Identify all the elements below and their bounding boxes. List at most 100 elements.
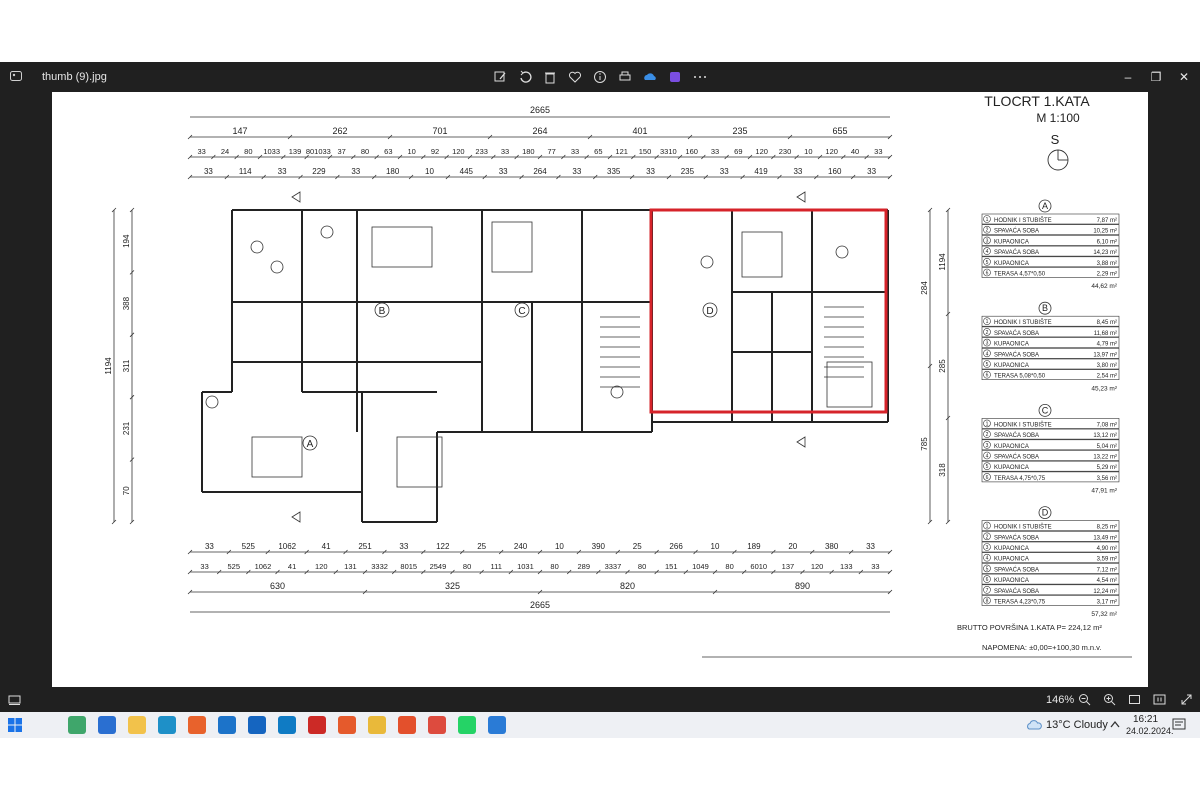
top-dim-row3-label: 229 bbox=[312, 167, 326, 176]
sanitary-fixture bbox=[320, 225, 334, 239]
top-dim-row2-label: 120 bbox=[825, 147, 838, 156]
cloud-weather-icon[interactable] bbox=[1026, 719, 1042, 730]
schedule-room-name: TERASA 5,08*0,50 bbox=[994, 374, 1046, 380]
sanitary-fixture bbox=[835, 245, 849, 259]
schedule-room-area: 13,49 m² bbox=[1093, 535, 1117, 541]
schedule-room-number: 2 bbox=[986, 432, 989, 438]
favorite-icon[interactable] bbox=[567, 69, 583, 85]
top-dim-row3-label: 33 bbox=[278, 167, 287, 176]
schedule-total: 57,32 m² bbox=[1091, 611, 1117, 618]
fullscreen-icon[interactable] bbox=[1180, 693, 1193, 706]
bottom-dim-row2-label: 2549 bbox=[430, 562, 447, 571]
top-dim-row2-label: 120 bbox=[755, 147, 768, 156]
copilot-icon[interactable] bbox=[68, 716, 86, 734]
right-dim2-label: 318 bbox=[938, 463, 947, 477]
bottom-dim-row1-label: 20 bbox=[788, 542, 797, 551]
right-dim-label: 785 bbox=[920, 437, 929, 451]
schedule-room-area: 5,04 m² bbox=[1097, 444, 1117, 450]
bottom-dim-row2-label: 80 bbox=[725, 562, 733, 571]
weather-text[interactable]: 13°C Cloudy bbox=[1046, 719, 1108, 731]
print-icon[interactable] bbox=[617, 69, 633, 85]
bottom-dim-row2-label: 80 bbox=[463, 562, 471, 571]
schedule-room-number: 3 bbox=[986, 341, 989, 347]
bottom-dim-row1-label: 240 bbox=[514, 542, 528, 551]
media-player-icon[interactable] bbox=[218, 716, 236, 734]
paint-icon[interactable] bbox=[338, 716, 356, 734]
top-dim-label: 147 bbox=[232, 126, 247, 136]
fit-window-icon[interactable] bbox=[1128, 693, 1141, 706]
office-icon[interactable] bbox=[398, 716, 416, 734]
clock-date[interactable]: 24.02.2024. bbox=[1126, 726, 1174, 736]
schedule-room-number: 4 bbox=[986, 351, 989, 357]
schedule-room-number: 6 bbox=[986, 475, 989, 481]
files-icon[interactable] bbox=[368, 716, 386, 734]
schedule-room-area: 3,88 m² bbox=[1097, 261, 1117, 267]
store-icon[interactable] bbox=[98, 716, 116, 734]
minimize-button[interactable]: – bbox=[1115, 67, 1141, 87]
bottom-dim-row2-label: 120 bbox=[811, 562, 824, 571]
notification-icon[interactable] bbox=[1172, 718, 1186, 732]
schedule-room-area: 2,29 m² bbox=[1097, 272, 1117, 278]
clipchamp-icon[interactable] bbox=[667, 69, 683, 85]
schedule-room-area: 13,97 m² bbox=[1093, 352, 1117, 358]
schedule-room-name: SPAVAĆA SOBA bbox=[994, 534, 1039, 541]
more-icon[interactable] bbox=[692, 69, 708, 85]
top-dim-row2-label: 92 bbox=[431, 147, 439, 156]
bottom-dim-row2-label: 131 bbox=[344, 562, 357, 571]
filmstrip-icon[interactable] bbox=[8, 693, 21, 706]
schedule-room-area: 3,17 m² bbox=[1097, 600, 1117, 606]
schedule-room-name: HODNIK I STUBIŠTE bbox=[994, 421, 1052, 428]
schedule-room-area: 7,08 m² bbox=[1097, 422, 1117, 428]
explorer-icon[interactable] bbox=[128, 716, 146, 734]
onedrive-icon[interactable] bbox=[642, 69, 658, 85]
photos-icon[interactable] bbox=[248, 716, 266, 734]
windows-start-icon[interactable] bbox=[8, 718, 22, 732]
schedule-room-name: SPAVAĆA SOBA bbox=[994, 454, 1039, 461]
image-viewport[interactable]: 2665 147 262 701 264 401 235 655 33 24 80 1033 139 80… bbox=[52, 92, 1148, 687]
zoom-in-icon[interactable] bbox=[1103, 693, 1116, 706]
edit-icon[interactable] bbox=[492, 69, 508, 85]
schedule-room-name: SPAVAĆA SOBA bbox=[994, 588, 1039, 595]
schedule-room-name: SPAVAĆA SOBA bbox=[994, 432, 1039, 439]
schedule-room-number: 6 bbox=[986, 577, 989, 583]
top-dim-row2-label: 1033 bbox=[263, 147, 280, 156]
edge-legacy-icon[interactable] bbox=[158, 716, 176, 734]
edge-icon[interactable] bbox=[278, 716, 296, 734]
sanitary-fixture bbox=[610, 385, 624, 399]
zoom-out-icon[interactable] bbox=[1078, 693, 1091, 706]
actual-size-icon[interactable] bbox=[1153, 693, 1166, 706]
schedule-room-name: TERASA 4,23*0,75 bbox=[994, 600, 1046, 606]
schedule-room-area: 3,56 m² bbox=[1097, 476, 1117, 482]
chevron-up-icon[interactable] bbox=[1110, 720, 1120, 728]
schedule-room-area: 5,29 m² bbox=[1097, 465, 1117, 471]
left-dim-label: 70 bbox=[122, 486, 131, 495]
rotate-icon[interactable] bbox=[517, 69, 533, 85]
close-button[interactable]: ✕ bbox=[1171, 67, 1197, 87]
bottom-dim-row2-label: 3337 bbox=[605, 562, 622, 571]
acrobat-icon[interactable] bbox=[308, 716, 326, 734]
top-dim-row2-label: 33 bbox=[501, 147, 509, 156]
bottom-total-dim: 2665 bbox=[530, 600, 550, 610]
delete-icon[interactable] bbox=[542, 69, 558, 85]
top-dim-row2-label: 160 bbox=[685, 147, 698, 156]
schedule-room-name: KUPAONICA bbox=[994, 444, 1029, 450]
bed-furniture bbox=[396, 436, 443, 488]
schedule-room-name: TERASA 4,75*0,75 bbox=[994, 476, 1046, 482]
firefox-icon[interactable] bbox=[188, 716, 206, 734]
top-dim-row2-label: 33 bbox=[711, 147, 719, 156]
top-dim-row3-label: 33 bbox=[351, 167, 360, 176]
maximize-button[interactable]: ❐ bbox=[1143, 67, 1169, 87]
schedule-room-area: 7,12 m² bbox=[1097, 567, 1117, 573]
clock-time[interactable]: 16:21 bbox=[1133, 714, 1158, 725]
schedule-room-number: 5 bbox=[986, 464, 989, 470]
top-dim-row2-label: 139 bbox=[289, 147, 302, 156]
whatsapp-icon[interactable] bbox=[458, 716, 476, 734]
bottom-dim-row1-label: 251 bbox=[358, 542, 372, 551]
schedule-room-name: SPAVAĆA SOBA bbox=[994, 249, 1039, 256]
schedule-room-name: SPAVAĆA SOBA bbox=[994, 566, 1039, 573]
schedule-room-number: 3 bbox=[986, 545, 989, 551]
info-icon[interactable] bbox=[592, 69, 608, 85]
top-dim-row3-label: 33 bbox=[867, 167, 876, 176]
chrome-icon[interactable] bbox=[428, 716, 446, 734]
editor-icon[interactable] bbox=[488, 716, 506, 734]
